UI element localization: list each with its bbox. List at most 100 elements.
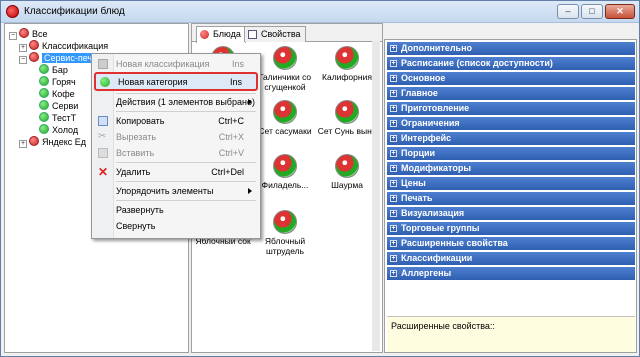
expand-icon[interactable]: + — [390, 90, 397, 97]
expand-icon[interactable]: + — [390, 105, 397, 112]
expand-icon[interactable]: + — [19, 140, 27, 148]
dish-icon — [273, 210, 297, 234]
maximize-button[interactable]: □ — [581, 4, 603, 19]
tree-item-hot[interactable]: Горяч — [39, 76, 76, 88]
tree-root[interactable]: − Все — [9, 28, 48, 40]
section-interface[interactable]: + Интерфейс — [387, 132, 635, 145]
menu-cut[interactable]: ✂ Вырезать Ctrl+X — [94, 129, 258, 145]
expand-icon[interactable]: + — [390, 75, 397, 82]
expand-icon[interactable]: + — [390, 225, 397, 232]
folder-icon — [29, 52, 39, 62]
expand-icon[interactable]: + — [390, 255, 397, 262]
category-icon — [39, 124, 49, 134]
expand-icon[interactable]: + — [390, 135, 397, 142]
expand-icon[interactable]: + — [390, 180, 397, 187]
section-trade-groups[interactable]: + Торговые группы — [387, 222, 635, 235]
menu-collapse[interactable]: Свернуть — [94, 218, 258, 234]
category-icon — [39, 88, 49, 98]
category-icon — [39, 100, 49, 110]
expand-icon[interactable]: + — [390, 120, 397, 127]
dish-item[interactable]: Калифорния — [316, 46, 378, 82]
menu-expand[interactable]: Развернуть — [94, 202, 258, 218]
dish-icon — [200, 30, 209, 39]
copy-icon — [98, 116, 108, 126]
section-restrictions[interactable]: + Ограничения — [387, 117, 635, 130]
tree-item-service[interactable]: Серви — [39, 100, 78, 112]
expand-icon[interactable]: + — [390, 210, 397, 217]
app-icon — [6, 5, 19, 18]
menu-actions[interactable]: Действия (1 элементов выбрано) — [94, 94, 258, 110]
main-window: Классификации блюд – □ ✕ − Все + Классифик… — [0, 0, 640, 357]
tree-item-cold[interactable]: Холод — [39, 124, 78, 136]
menu-copy[interactable]: Копировать Ctrl+C — [94, 113, 258, 129]
collapse-icon[interactable]: − — [9, 32, 17, 40]
menu-paste[interactable]: Вставить Ctrl+V — [94, 145, 258, 161]
expand-icon[interactable]: + — [19, 44, 27, 52]
expand-icon[interactable]: + — [390, 150, 397, 157]
section-classifications[interactable]: + Классификации — [387, 252, 635, 265]
section-portions[interactable]: + Порции — [387, 147, 635, 160]
dish-icon — [335, 154, 359, 178]
section-print[interactable]: + Печать — [387, 192, 635, 205]
dish-icon — [335, 100, 359, 124]
menu-new-classification[interactable]: Новая классификация Ins — [94, 56, 258, 72]
expand-icon[interactable]: + — [390, 270, 397, 277]
folder-icon — [29, 40, 39, 50]
tree-item-coffee[interactable]: Кофе — [39, 88, 75, 100]
menu-delete[interactable]: ✕ Удалить Ctrl+Del — [94, 164, 258, 180]
minimize-button[interactable]: – — [557, 4, 579, 19]
section-visualization[interactable]: + Визуализация — [387, 207, 635, 220]
section-cooking[interactable]: + Приготовление — [387, 102, 635, 115]
dish-label: Галинчики со сгущенкой — [258, 72, 312, 92]
menu-sort-items[interactable]: Упорядочить элементы — [94, 183, 258, 199]
new-category-icon — [100, 77, 110, 87]
section-additional[interactable]: + Дополнительно — [387, 42, 635, 55]
properties-panel: + Дополнительно + Расписание (список досту… — [384, 39, 637, 353]
section-schedule[interactable]: + Расписание (список доступности) — [387, 57, 635, 70]
dish-item[interactable]: Галинчики со сгущенкой — [254, 46, 316, 92]
window-title: Классификации блюд — [24, 6, 125, 17]
category-icon — [39, 112, 49, 122]
menu-new-category[interactable]: Новая категория Ins — [94, 72, 258, 91]
section-modifiers[interactable]: + Модификаторы — [387, 162, 635, 175]
section-main[interactable]: + Главное — [387, 87, 635, 100]
dish-item[interactable]: Сет сасумаки — [254, 100, 316, 136]
delete-icon: ✕ — [98, 165, 109, 179]
tab-dishes[interactable]: Блюда — [196, 26, 246, 43]
expand-icon[interactable]: + — [390, 195, 397, 202]
expand-icon[interactable]: + — [390, 165, 397, 172]
extended-properties-box: Расширенные свойства:: — [387, 316, 635, 352]
dish-item[interactable]: Сет Сунь вынь — [316, 100, 378, 136]
tree-item-bar[interactable]: Бар — [39, 64, 68, 76]
close-button[interactable]: ✕ — [605, 4, 635, 19]
dish-label: Сет сасумаки — [258, 126, 312, 136]
tree-item-yandex[interactable]: + Яндекс Ед — [19, 136, 86, 148]
folder-icon — [29, 136, 39, 146]
dish-item[interactable]: Яблочный штрудель — [254, 210, 316, 256]
document-icon — [248, 30, 257, 39]
context-menu: Новая классификация Ins Новая категория In… — [91, 53, 261, 239]
tree-item-test[interactable]: ТестТ — [39, 112, 76, 124]
dish-label: Калифорния — [322, 72, 372, 82]
section-basic[interactable]: + Основное — [387, 72, 635, 85]
vertical-scrollbar[interactable] — [372, 41, 380, 351]
category-icon — [39, 76, 49, 86]
section-prices[interactable]: + Цены — [387, 177, 635, 190]
all-icon — [19, 28, 29, 38]
dish-item[interactable]: Филадель... — [254, 154, 316, 190]
scissors-icon: ✂ — [98, 131, 107, 142]
expand-icon[interactable]: + — [390, 45, 397, 52]
new-classification-icon — [98, 59, 108, 69]
tab-properties[interactable]: Свойства — [244, 26, 306, 42]
expand-icon[interactable]: + — [390, 60, 397, 67]
menu-separator — [116, 181, 256, 182]
dish-item[interactable]: Шаурма — [316, 154, 378, 190]
menu-separator — [116, 162, 256, 163]
section-allergens[interactable]: + Аллергены — [387, 267, 635, 280]
tree-item-classification[interactable]: + Классификация — [19, 40, 108, 52]
section-extended[interactable]: + Расширенные свойства — [387, 237, 635, 250]
submenu-arrow-icon — [248, 99, 252, 105]
dish-icon — [273, 46, 297, 70]
collapse-icon[interactable]: − — [19, 56, 27, 64]
expand-icon[interactable]: + — [390, 240, 397, 247]
